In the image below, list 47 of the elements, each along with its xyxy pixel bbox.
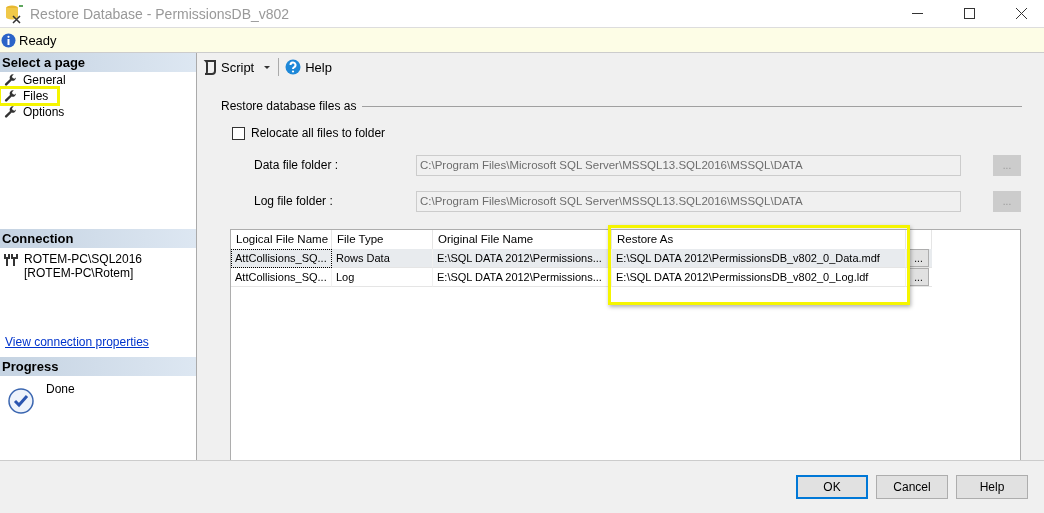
help-icon xyxy=(285,59,302,75)
field-label: Log file folder : xyxy=(254,194,334,208)
progress-text: Done xyxy=(46,382,75,398)
dialog-button[interactable]: Cancel xyxy=(876,475,948,499)
checkbox-label: Relocate all files to folder xyxy=(251,126,386,140)
field-label: Data file folder : xyxy=(254,158,340,172)
table-cell: E:\SQL DATA 2012\Permissions... xyxy=(433,268,612,287)
connection-text: ROTEM-PC\SQL2016 [ROTEM-PC\Rotem] xyxy=(24,252,143,282)
section-heading: Connection xyxy=(0,229,196,248)
database-restore-icon xyxy=(4,3,24,24)
close-icon[interactable] xyxy=(1015,8,1027,19)
wrench-icon xyxy=(4,105,17,119)
checkmark-icon xyxy=(8,388,34,414)
table-row[interactable]: AttCollisions_SQ... Rows Data E:\SQL DATA 2012\Permissions... E:\SQL DATA 2012\PermissionsDB_v802_0_Data.mdf ... xyxy=(231,249,1020,268)
table-row[interactable]: AttCollisions_SQ... Log E:\SQL DATA 2012\Permissions... E:\SQL DATA 2012\PermissionsDB_v802_0_Log.ldf ... xyxy=(231,268,1020,287)
maximize-icon[interactable] xyxy=(963,8,975,19)
folder-field[interactable]: C:\Program Files\Microsoft SQL Server\MSSQL13.SQL2016\MSSQL\DATA xyxy=(416,190,961,212)
section-title: Restore database files as xyxy=(221,99,357,113)
table-cell: E:\SQL DATA 2012\PermissionsDB_v802_0_Data.mdf xyxy=(612,249,906,268)
wrench-icon xyxy=(4,89,17,103)
wrench-icon xyxy=(4,73,17,87)
plug-icon xyxy=(4,254,18,266)
checkbox[interactable] xyxy=(232,126,245,140)
section-heading: Progress xyxy=(0,357,196,376)
script-button[interactable]: Script xyxy=(203,59,273,75)
table-cell: AttCollisions_SQ... xyxy=(231,249,332,268)
sidebar-item[interactable]: General xyxy=(0,72,70,88)
browse-button[interactable]: ... xyxy=(908,268,929,286)
scroll-icon xyxy=(203,59,217,75)
dialog-button[interactable]: Help xyxy=(956,475,1028,499)
caret-icon xyxy=(262,63,273,71)
sidebar-item[interactable]: Files xyxy=(0,88,59,104)
help-button[interactable]: Help xyxy=(285,59,332,75)
table-cell: Rows Data xyxy=(332,249,433,268)
table-cell: AttCollisions_SQ... xyxy=(231,268,332,287)
minimize-icon[interactable] xyxy=(911,13,923,14)
dialog-button[interactable]: OK xyxy=(796,475,868,499)
sidebar-item[interactable]: Options xyxy=(0,104,69,120)
status-text: Ready xyxy=(19,32,57,48)
browse-button[interactable]: ... xyxy=(908,249,929,267)
table-cell: E:\SQL DATA 2012\PermissionsDB_v802_0_Log.ldf xyxy=(612,268,906,287)
connection-link[interactable]: View connection properties xyxy=(0,335,196,349)
window-title: Restore Database - PermissionsDB_v802 xyxy=(30,5,291,22)
section-heading: Select a page xyxy=(0,53,196,72)
table-cell: Log xyxy=(332,268,433,287)
info-icon xyxy=(1,32,16,48)
folder-field[interactable]: C:\Program Files\Microsoft SQL Server\MSSQL13.SQL2016\MSSQL\DATA xyxy=(416,154,961,176)
